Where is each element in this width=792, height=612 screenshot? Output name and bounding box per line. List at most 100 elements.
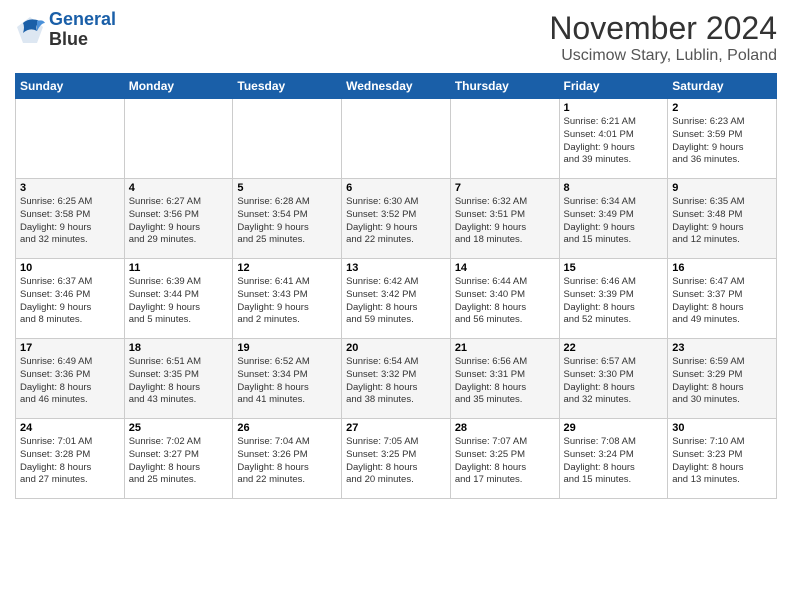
day-number: 18 [129, 342, 229, 354]
day-info: Sunrise: 6:35 AM Sunset: 3:48 PM Dayligh… [672, 196, 772, 247]
calendar-cell: 15Sunrise: 6:46 AM Sunset: 3:39 PM Dayli… [559, 259, 668, 339]
day-info: Sunrise: 6:59 AM Sunset: 3:29 PM Dayligh… [672, 356, 772, 407]
day-info: Sunrise: 6:52 AM Sunset: 3:34 PM Dayligh… [237, 356, 337, 407]
day-info: Sunrise: 7:05 AM Sunset: 3:25 PM Dayligh… [346, 436, 446, 487]
calendar-cell: 16 Sunrise: 6:47 AM Sunset: 3:37 PM Dayli… [668, 259, 777, 339]
day-info: Sunrise: 7:01 AM Sunset: 3:28 PM Dayligh… [20, 436, 120, 487]
day-info: Sunrise: 6:32 AM Sunset: 3:51 PM Dayligh… [455, 196, 555, 247]
day-number: 16 [672, 262, 772, 274]
day-info: Sunrise: 6:42 AM Sunset: 3:42 PM Dayligh… [346, 276, 446, 327]
day-info: Sunrise: 6:44 AM Sunset: 3:40 PM Dayligh… [455, 276, 555, 327]
header: General Blue November 2024 Uscimow Stary… [15, 10, 777, 65]
day-number: 21 [455, 342, 555, 354]
subtitle: Uscimow Stary, Lublin, Poland [549, 47, 777, 65]
calendar-cell: 28 Sunrise: 7:07 AM Sunset: 3:25 PM Dayli… [450, 419, 559, 499]
calendar-cell [450, 99, 559, 179]
calendar-cell: 24 Sunrise: 7:01 AM Sunset: 3:28 PM Dayli… [16, 419, 125, 499]
day-number: 22 [564, 342, 664, 354]
day-number: 30 [672, 422, 772, 434]
calendar-cell: 4Sunrise: 6:27 AM Sunset: 3:56 PM Daylig… [124, 179, 233, 259]
calendar-week-3: 17 Sunrise: 6:49 AM Sunset: 3:36 PM Dayli… [16, 339, 777, 419]
calendar-cell: 23 Sunrise: 6:59 AM Sunset: 3:29 PM Dayli… [668, 339, 777, 419]
calendar-cell: 9 Sunrise: 6:35 AM Sunset: 3:48 PM Daylig… [668, 179, 777, 259]
day-info: Sunrise: 6:25 AM Sunset: 3:58 PM Dayligh… [20, 196, 120, 247]
header-saturday: Saturday [668, 74, 777, 99]
calendar-cell: 22Sunrise: 6:57 AM Sunset: 3:30 PM Dayli… [559, 339, 668, 419]
day-number: 3 [20, 182, 120, 194]
day-number: 26 [237, 422, 337, 434]
calendar-cell: 1 Sunrise: 6:21 AM Sunset: 4:01 PM Daylig… [559, 99, 668, 179]
day-info: Sunrise: 7:08 AM Sunset: 3:24 PM Dayligh… [564, 436, 664, 487]
calendar-cell: 14Sunrise: 6:44 AM Sunset: 3:40 PM Dayli… [450, 259, 559, 339]
page: General Blue November 2024 Uscimow Stary… [0, 0, 792, 612]
calendar-cell: 19 Sunrise: 6:52 AM Sunset: 3:34 PM Dayli… [233, 339, 342, 419]
calendar-cell: 26 Sunrise: 7:04 AM Sunset: 3:26 PM Dayli… [233, 419, 342, 499]
day-info: Sunrise: 6:46 AM Sunset: 3:39 PM Dayligh… [564, 276, 664, 327]
header-tuesday: Tuesday [233, 74, 342, 99]
day-number: 27 [346, 422, 446, 434]
day-info: Sunrise: 7:07 AM Sunset: 3:25 PM Dayligh… [455, 436, 555, 487]
logo-text: General Blue [49, 10, 116, 50]
calendar-cell [16, 99, 125, 179]
month-title: November 2024 [549, 10, 777, 47]
calendar-cell [124, 99, 233, 179]
day-number: 9 [672, 182, 772, 194]
day-info: Sunrise: 6:37 AM Sunset: 3:46 PM Dayligh… [20, 276, 120, 327]
calendar-cell: 8Sunrise: 6:34 AM Sunset: 3:49 PM Daylig… [559, 179, 668, 259]
calendar-cell: 6 Sunrise: 6:30 AM Sunset: 3:52 PM Daylig… [342, 179, 451, 259]
calendar-cell: 18 Sunrise: 6:51 AM Sunset: 3:35 PM Dayli… [124, 339, 233, 419]
calendar-header-row: Sunday Monday Tuesday Wednesday Thursday… [16, 74, 777, 99]
day-number: 19 [237, 342, 337, 354]
header-friday: Friday [559, 74, 668, 99]
day-info: Sunrise: 6:23 AM Sunset: 3:59 PM Dayligh… [672, 116, 772, 167]
calendar-cell: 13 Sunrise: 6:42 AM Sunset: 3:42 PM Dayli… [342, 259, 451, 339]
calendar-cell [342, 99, 451, 179]
calendar-cell: 20Sunrise: 6:54 AM Sunset: 3:32 PM Dayli… [342, 339, 451, 419]
day-info: Sunrise: 6:47 AM Sunset: 3:37 PM Dayligh… [672, 276, 772, 327]
day-info: Sunrise: 7:10 AM Sunset: 3:23 PM Dayligh… [672, 436, 772, 487]
day-info: Sunrise: 6:56 AM Sunset: 3:31 PM Dayligh… [455, 356, 555, 407]
day-number: 23 [672, 342, 772, 354]
calendar-cell [233, 99, 342, 179]
calendar-week-1: 3 Sunrise: 6:25 AM Sunset: 3:58 PM Daylig… [16, 179, 777, 259]
day-number: 25 [129, 422, 229, 434]
calendar-cell: 21 Sunrise: 6:56 AM Sunset: 3:31 PM Dayli… [450, 339, 559, 419]
calendar-week-0: 1 Sunrise: 6:21 AM Sunset: 4:01 PM Daylig… [16, 99, 777, 179]
day-number: 12 [237, 262, 337, 274]
day-number: 6 [346, 182, 446, 194]
day-number: 1 [564, 102, 664, 114]
day-info: Sunrise: 6:39 AM Sunset: 3:44 PM Dayligh… [129, 276, 229, 327]
day-info: Sunrise: 6:27 AM Sunset: 3:56 PM Dayligh… [129, 196, 229, 247]
day-info: Sunrise: 6:21 AM Sunset: 4:01 PM Dayligh… [564, 116, 664, 167]
day-number: 24 [20, 422, 120, 434]
day-info: Sunrise: 6:28 AM Sunset: 3:54 PM Dayligh… [237, 196, 337, 247]
day-number: 17 [20, 342, 120, 354]
day-info: Sunrise: 6:30 AM Sunset: 3:52 PM Dayligh… [346, 196, 446, 247]
header-wednesday: Wednesday [342, 74, 451, 99]
header-thursday: Thursday [450, 74, 559, 99]
calendar-cell: 11 Sunrise: 6:39 AM Sunset: 3:44 PM Dayli… [124, 259, 233, 339]
day-number: 5 [237, 182, 337, 194]
calendar-cell: 2Sunrise: 6:23 AM Sunset: 3:59 PM Daylig… [668, 99, 777, 179]
day-info: Sunrise: 6:34 AM Sunset: 3:49 PM Dayligh… [564, 196, 664, 247]
header-sunday: Sunday [16, 74, 125, 99]
day-number: 11 [129, 262, 229, 274]
logo: General Blue [15, 10, 116, 50]
day-info: Sunrise: 6:49 AM Sunset: 3:36 PM Dayligh… [20, 356, 120, 407]
calendar-cell: 27 Sunrise: 7:05 AM Sunset: 3:25 PM Dayli… [342, 419, 451, 499]
calendar-cell: 10 Sunrise: 6:37 AM Sunset: 3:46 PM Dayli… [16, 259, 125, 339]
calendar-table: Sunday Monday Tuesday Wednesday Thursday… [15, 73, 777, 499]
calendar-cell: 25 Sunrise: 7:02 AM Sunset: 3:27 PM Dayli… [124, 419, 233, 499]
header-monday: Monday [124, 74, 233, 99]
calendar-cell: 7Sunrise: 6:32 AM Sunset: 3:51 PM Daylig… [450, 179, 559, 259]
day-number: 29 [564, 422, 664, 434]
day-number: 28 [455, 422, 555, 434]
day-info: Sunrise: 7:02 AM Sunset: 3:27 PM Dayligh… [129, 436, 229, 487]
day-info: Sunrise: 6:51 AM Sunset: 3:35 PM Dayligh… [129, 356, 229, 407]
day-number: 13 [346, 262, 446, 274]
title-section: November 2024 Uscimow Stary, Lublin, Pol… [549, 10, 777, 65]
day-info: Sunrise: 7:04 AM Sunset: 3:26 PM Dayligh… [237, 436, 337, 487]
calendar-week-2: 10 Sunrise: 6:37 AM Sunset: 3:46 PM Dayli… [16, 259, 777, 339]
day-number: 10 [20, 262, 120, 274]
calendar-cell: 3 Sunrise: 6:25 AM Sunset: 3:58 PM Daylig… [16, 179, 125, 259]
